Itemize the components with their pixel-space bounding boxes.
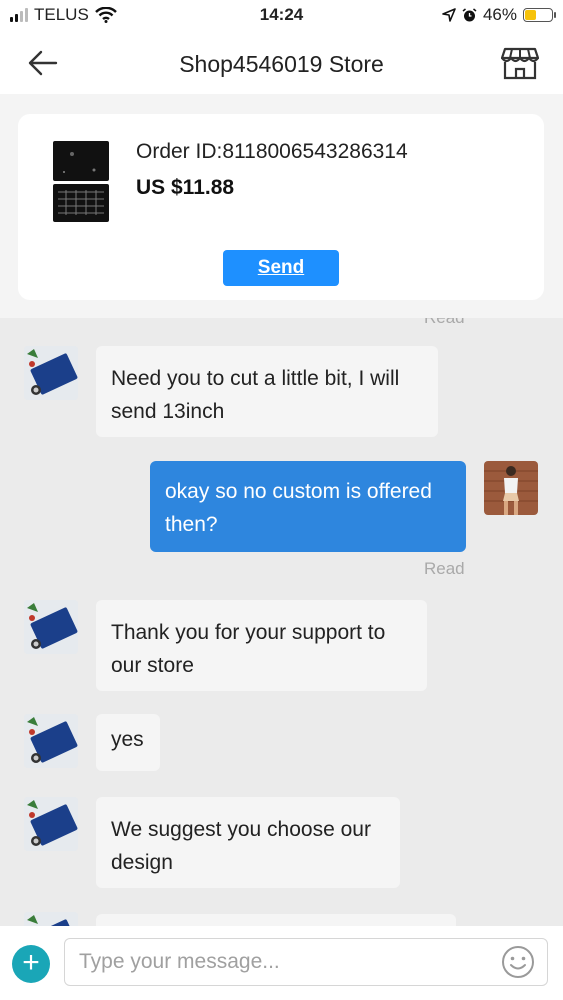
incoming-message: Thank you for your support to our store: [96, 600, 427, 691]
status-right: 46%: [442, 5, 556, 25]
order-price: US $11.88: [136, 176, 235, 199]
store-avatar[interactable]: [24, 797, 78, 851]
outgoing-message: okay so no custom is offered then?: [150, 461, 466, 552]
read-receipt: Read: [424, 318, 465, 328]
order-area: Order ID:8118006543286314 US $11.88 Send: [0, 94, 563, 318]
order-card: Order ID:8118006543286314 US $11.88 Send: [18, 114, 544, 300]
store-avatar[interactable]: [24, 714, 78, 768]
location-arrow-icon: [442, 8, 456, 22]
user-avatar[interactable]: [484, 461, 538, 515]
incoming-message: [96, 914, 456, 926]
battery-percent: 46%: [482, 5, 517, 24]
incoming-message: We suggest you choose our design: [96, 797, 400, 888]
chat-header: Shop4546019 Store: [0, 32, 563, 94]
read-receipt: Read: [424, 559, 465, 578]
incoming-message: Need you to cut a little bit, I will sen…: [96, 346, 438, 437]
alarm-icon: [462, 7, 477, 21]
store-avatar[interactable]: [24, 600, 78, 654]
smiley-icon[interactable]: [500, 944, 536, 980]
message-composer: +: [0, 926, 563, 1000]
status-bar: TELUS 14:24 46%: [0, 0, 563, 32]
order-id: Order ID:8118006543286314: [136, 140, 408, 163]
page-title: Shop4546019 Store: [179, 51, 384, 77]
send-order-button[interactable]: Send: [223, 250, 339, 286]
store-avatar[interactable]: [24, 346, 78, 400]
storefront-icon[interactable]: [501, 46, 539, 80]
store-avatar[interactable]: [24, 912, 78, 926]
battery-icon: [523, 8, 556, 22]
message-list[interactable]: Read Need you to cut a little bit, I wil…: [0, 318, 563, 926]
message-input[interactable]: [64, 938, 548, 986]
product-thumbnail[interactable]: [52, 140, 110, 224]
plus-icon[interactable]: +: [12, 945, 50, 983]
incoming-message: yes: [96, 714, 160, 771]
